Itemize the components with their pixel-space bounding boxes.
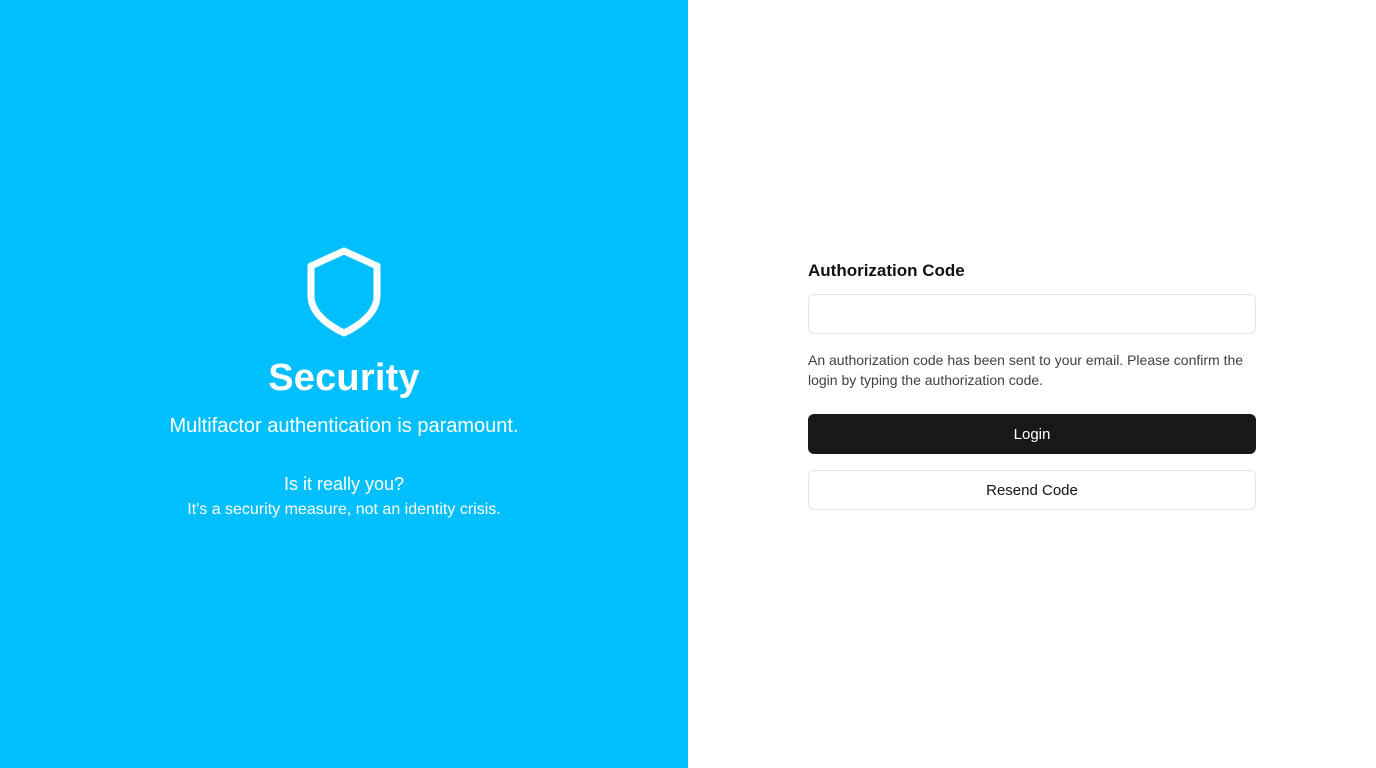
authorization-form: Authorization Code An authorization code… (808, 260, 1256, 510)
authorization-code-input[interactable] (808, 294, 1256, 334)
shield-icon (0, 246, 688, 338)
help-text: An authorization code has been sent to y… (808, 352, 1244, 388)
hero-subtitle: Multifactor authentication is paramount. (169, 415, 519, 437)
hero-title: Security (268, 357, 420, 399)
hero-note: It's a security measure, not an identity… (187, 501, 501, 518)
form-panel: Authorization Code An authorization code… (688, 0, 1376, 768)
resend-code-button[interactable]: Resend Code (808, 470, 1256, 510)
hero-content: Security Multifactor authentication is p… (0, 246, 688, 520)
login-page: Security Multifactor authentication is p… (0, 0, 1376, 768)
login-button[interactable]: Login (808, 414, 1256, 454)
hero-panel: Security Multifactor authentication is p… (0, 0, 688, 768)
authorization-code-label: Authorization Code (808, 261, 965, 280)
hero-question: Is it really you? (283, 474, 405, 494)
